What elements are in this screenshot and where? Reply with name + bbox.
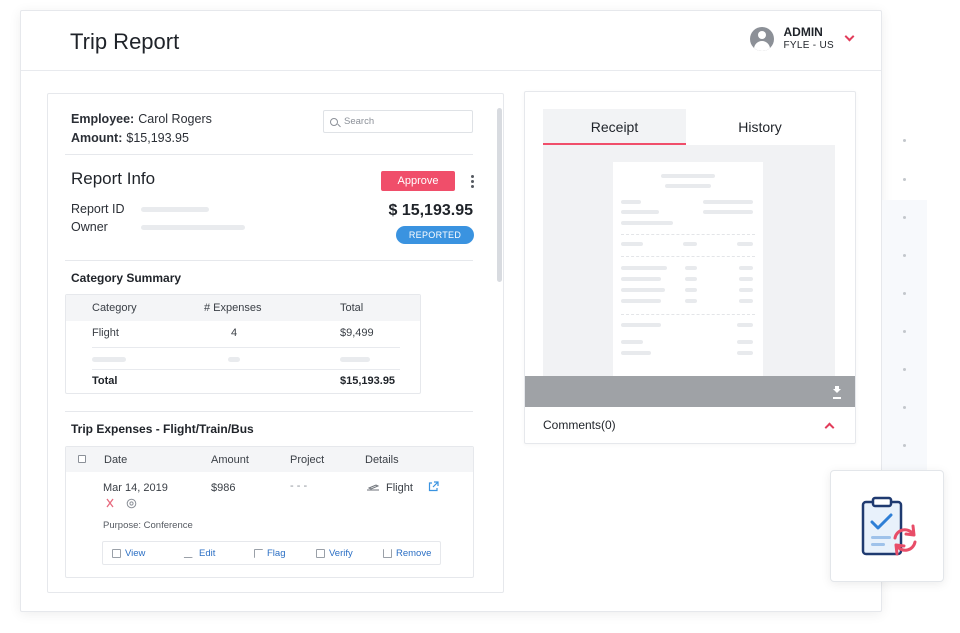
column-header: # Expenses [204, 302, 262, 314]
table-total-row: Total $15,193.95 [66, 369, 420, 393]
app-window: Trip Report ADMIN FYLE - US Employee: Car… [20, 10, 882, 612]
divider [65, 260, 473, 261]
employee-summary: Employee: Carol Rogers Amount: $15,193.95 [71, 110, 212, 148]
chevron-down-icon[interactable] [844, 31, 855, 41]
column-header: Category [92, 302, 137, 314]
divider [65, 154, 473, 155]
download-icon[interactable] [833, 386, 841, 396]
scrollbar-thumb[interactable] [497, 108, 502, 282]
receipt-image [613, 162, 763, 394]
search-input[interactable] [344, 116, 454, 127]
receipt-panel: Receipt History Comments(0) [524, 91, 856, 444]
approve-button[interactable]: Approve [381, 171, 455, 191]
select-all-checkbox[interactable] [78, 455, 86, 463]
avatar-icon [749, 27, 774, 51]
remove-button[interactable]: Remove [383, 548, 431, 559]
edit-icon [183, 549, 198, 558]
total-cell: $9,499 [340, 327, 374, 339]
receipt-toolbar [525, 376, 855, 407]
report-details-panel: Employee: Carol Rogers Amount: $15,193.95 … [47, 93, 504, 593]
flag-button[interactable]: Flag [254, 548, 285, 559]
column-header: Details [365, 454, 399, 466]
scrollbar[interactable] [495, 94, 503, 592]
table-header: Category # Expenses Total [66, 295, 420, 321]
expense-details: Flight [386, 482, 413, 494]
chevron-up-icon[interactable] [824, 422, 835, 433]
tab-history[interactable]: History [686, 109, 834, 145]
user-org: FYLE - US [783, 40, 834, 51]
decor-dot [903, 254, 906, 257]
background-strip [882, 200, 927, 480]
count-cell: 4 [231, 327, 238, 339]
decor-dot [903, 330, 906, 333]
kebab-menu-icon[interactable] [471, 175, 474, 188]
trash-icon [383, 549, 392, 558]
column-header: Date [104, 454, 128, 466]
category-summary-table: Category # Expenses Total Flight 4 $9,49… [65, 294, 421, 394]
tab-receipt[interactable]: Receipt [543, 109, 686, 145]
decor-dot [903, 139, 906, 142]
category-cell: Flight [92, 327, 119, 339]
category-summary-title: Category Summary [71, 271, 182, 285]
column-header: Amount [211, 454, 249, 466]
expense-date: Mar 14, 2019 [103, 482, 168, 494]
column-header: Project [290, 454, 325, 466]
decor-dot [903, 292, 906, 295]
column-header: Total [340, 302, 364, 314]
comments-toggle[interactable]: Comments(0) [543, 418, 616, 432]
decor-dot [903, 368, 906, 371]
expense-amount: $986 [211, 482, 236, 494]
expense-project: - - - [290, 480, 308, 492]
view-button[interactable]: View [112, 548, 145, 559]
trip-expenses-table: Date Amount Project Details Mar 14, 2019… [65, 446, 474, 578]
edit-button[interactable]: Edit [183, 548, 215, 559]
trip-expenses-title: Trip Expenses - Flight/Train/Bus [71, 422, 254, 436]
expense-actions: View Edit Flag Verify Remove [102, 541, 441, 565]
total-value: $15,193.95 [340, 375, 396, 387]
report-id-placeholder [141, 207, 209, 212]
report-id-label: Report ID [71, 202, 125, 216]
no-receipt-icon [106, 498, 114, 508]
status-badge: REPORTED [396, 226, 474, 244]
external-link-icon[interactable] [428, 481, 439, 492]
owner-label: Owner [71, 220, 108, 234]
page-title: Trip Report [70, 29, 180, 54]
flag-icon [254, 549, 263, 558]
decor-dot [903, 444, 906, 447]
amount-label: Amount: [71, 131, 123, 145]
verify-icon [316, 549, 325, 558]
user-menu[interactable]: ADMIN FYLE - US [749, 25, 855, 53]
total-label: Total [92, 375, 118, 387]
verify-button[interactable]: Verify [316, 548, 353, 559]
owner-placeholder [141, 225, 245, 230]
search-box[interactable] [323, 110, 473, 133]
search-icon [330, 117, 338, 126]
user-name: ADMIN [783, 25, 823, 39]
decor-dot [903, 178, 906, 181]
decor-dot [903, 406, 906, 409]
table-row[interactable]: Flight 4 $9,499 [66, 321, 420, 345]
view-icon [112, 549, 121, 558]
expense-purpose: Purpose: Conference [103, 520, 193, 531]
amount-value: $15,193.95 [126, 131, 189, 145]
divider [65, 411, 473, 412]
table-header: Date Amount Project Details [66, 447, 473, 472]
page-header: Trip Report ADMIN FYLE - US [21, 11, 881, 71]
employee-label: Employee: [71, 112, 135, 126]
decor-dot [903, 216, 906, 219]
report-info-title: Report Info [71, 169, 156, 188]
plane-icon [367, 484, 380, 491]
report-total: $ 15,193.95 [388, 202, 473, 219]
clipboard-refresh-icon [861, 496, 917, 556]
approval-card [830, 470, 944, 582]
employee-name: Carol Rogers [138, 112, 212, 126]
receipt-preview[interactable] [543, 145, 835, 394]
policy-icon [126, 498, 137, 509]
